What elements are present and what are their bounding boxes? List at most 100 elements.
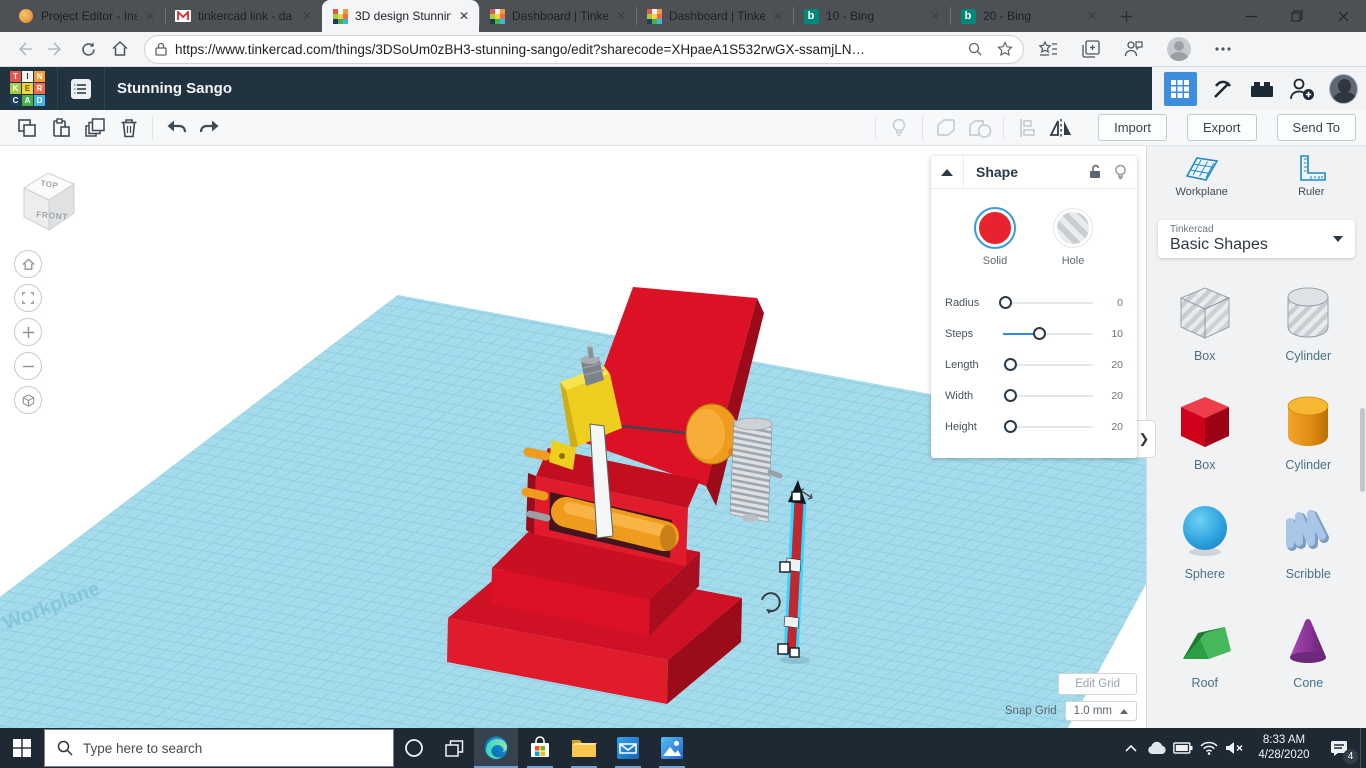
share-feedback-icon[interactable]	[1124, 40, 1143, 58]
hole-option[interactable]: Hole	[1053, 208, 1093, 267]
undo-icon[interactable]	[159, 114, 193, 142]
tab-close-icon[interactable]: ✕	[1083, 8, 1101, 24]
perspective-toggle-button[interactable]	[14, 386, 42, 414]
taskbar-store[interactable]	[518, 728, 562, 768]
duplicate-icon[interactable]	[78, 114, 112, 142]
restore-button[interactable]	[1274, 0, 1320, 32]
task-view-button[interactable]	[434, 728, 474, 768]
shape-orange-cylinder[interactable]: Cylinder	[1257, 393, 1361, 472]
shape-sphere[interactable]: Sphere	[1153, 502, 1257, 581]
tab-project-editor[interactable]: Project Editor - Ins ✕	[8, 0, 165, 32]
scale-handle[interactable]	[779, 561, 791, 573]
design-menu-button[interactable]	[58, 67, 104, 110]
blocks-mode-button[interactable]	[1164, 71, 1197, 106]
cortana-button[interactable]	[394, 728, 434, 768]
taskbar-clock[interactable]: 8:33 AM 4/28/2020	[1248, 733, 1320, 763]
bricks-mode-icon[interactable]	[1249, 79, 1275, 99]
tab-bing-10[interactable]: b 10 - Bing ✕	[793, 0, 950, 32]
snap-grid-select[interactable]: 1.0 mm	[1064, 701, 1137, 721]
send-to-button[interactable]: Send To	[1276, 114, 1356, 141]
scale-handle[interactable]	[777, 643, 789, 655]
tab-close-icon[interactable]: ✕	[769, 8, 787, 24]
tray-chevron-icon[interactable]	[1118, 728, 1144, 768]
hole-swatch[interactable]	[1053, 208, 1093, 248]
shape-hole-cylinder[interactable]: Cylinder	[1257, 284, 1361, 363]
group-icon[interactable]	[929, 114, 963, 142]
collections-icon[interactable]	[1082, 40, 1100, 58]
browser-menu-icon[interactable]	[1215, 47, 1231, 51]
tab-close-icon[interactable]: ✕	[612, 8, 630, 24]
width-slider[interactable]	[1003, 388, 1093, 402]
lightbulb-icon[interactable]	[1114, 164, 1127, 180]
delete-icon[interactable]	[112, 114, 146, 142]
browser-profile-avatar[interactable]	[1167, 37, 1191, 61]
show-all-icon[interactable]	[882, 114, 916, 142]
minimize-button[interactable]	[1228, 0, 1274, 32]
align-icon[interactable]	[1010, 114, 1044, 142]
favorite-star-icon[interactable]	[997, 41, 1013, 57]
radius-slider[interactable]	[998, 295, 1093, 309]
taskbar-search-box[interactable]: Type here to search	[44, 729, 394, 767]
address-bar[interactable]: https://www.tinkercad.com/things/3DSoUm0…	[144, 34, 1024, 64]
tab-dashboard-1[interactable]: Dashboard | Tinke ✕	[479, 0, 636, 32]
paste-icon[interactable]	[44, 114, 78, 142]
tab-close-icon[interactable]: ✕	[455, 8, 473, 24]
sidebar-scrollbar[interactable]	[1360, 408, 1365, 492]
view-cube[interactable]: TOP FRONT	[12, 160, 84, 236]
zoom-out-button[interactable]	[14, 352, 42, 380]
fit-view-button[interactable]	[14, 284, 42, 312]
shape-roof[interactable]: Roof	[1153, 611, 1257, 690]
tab-close-icon[interactable]: ✕	[298, 8, 316, 24]
tab-close-icon[interactable]: ✕	[141, 8, 159, 24]
length-slider[interactable]	[1003, 357, 1093, 371]
shape-hole-box[interactable]: Box	[1153, 284, 1257, 363]
minecraft-mode-icon[interactable]	[1211, 77, 1235, 101]
ruler-tool[interactable]: Ruler	[1257, 154, 1366, 210]
tab-close-icon[interactable]: ✕	[926, 8, 944, 24]
workplane-tool[interactable]: Workplane	[1147, 154, 1257, 210]
design-title[interactable]: Stunning Sango	[117, 80, 232, 97]
tab-gmail[interactable]: tinkercad link - da ✕	[165, 0, 322, 32]
back-button[interactable]	[8, 34, 40, 64]
battery-icon[interactable]	[1170, 728, 1196, 768]
tinkercad-logo[interactable]: TIN KER CAD	[10, 71, 45, 106]
redo-icon[interactable]	[193, 114, 227, 142]
zoom-in-button[interactable]	[14, 318, 42, 346]
taskbar-mail[interactable]	[606, 728, 650, 768]
taskbar-file-explorer[interactable]	[562, 728, 606, 768]
home-view-button[interactable]	[14, 250, 42, 278]
mirror-icon[interactable]	[1044, 114, 1078, 142]
unlock-icon[interactable]	[1088, 164, 1102, 179]
tab-3d-design[interactable]: 3D design Stunnin ✕	[322, 0, 479, 32]
taskbar-photos[interactable]	[650, 728, 694, 768]
volume-muted-icon[interactable]	[1222, 728, 1248, 768]
tab-dashboard-2[interactable]: Dashboard | Tinke ✕	[636, 0, 793, 32]
steps-slider[interactable]	[1003, 326, 1093, 340]
tab-bing-20[interactable]: b 20 - Bing ✕	[950, 0, 1107, 32]
account-avatar[interactable]	[1328, 73, 1358, 104]
favorites-bar-icon[interactable]	[1038, 40, 1058, 58]
onedrive-icon[interactable]	[1144, 728, 1170, 768]
home-button[interactable]	[104, 34, 136, 64]
ungroup-icon[interactable]	[963, 114, 997, 142]
shape-scribble[interactable]: Scribble	[1257, 502, 1361, 581]
import-button[interactable]: Import	[1098, 114, 1167, 141]
solid-swatch[interactable]	[974, 207, 1016, 249]
copy-icon[interactable]	[10, 114, 44, 142]
refresh-button[interactable]	[72, 34, 104, 64]
taskbar-edge[interactable]	[474, 728, 518, 768]
wifi-icon[interactable]	[1196, 728, 1222, 768]
collapse-panel-button[interactable]	[931, 155, 964, 189]
new-tab-button[interactable]	[1111, 1, 1141, 31]
close-window-button[interactable]	[1320, 0, 1366, 32]
height-slider[interactable]	[1003, 419, 1093, 433]
add-person-icon[interactable]	[1289, 77, 1315, 101]
shape-red-box[interactable]: Box	[1153, 393, 1257, 472]
shape-cone[interactable]: Cone	[1257, 611, 1361, 690]
forward-button[interactable]	[40, 34, 72, 64]
export-button[interactable]: Export	[1186, 114, 1257, 141]
show-desktop-button[interactable]	[1360, 728, 1366, 768]
action-center-button[interactable]: 4	[1320, 728, 1360, 768]
edit-grid-button[interactable]: Edit Grid	[1058, 673, 1137, 695]
search-in-page-icon[interactable]	[967, 41, 983, 57]
